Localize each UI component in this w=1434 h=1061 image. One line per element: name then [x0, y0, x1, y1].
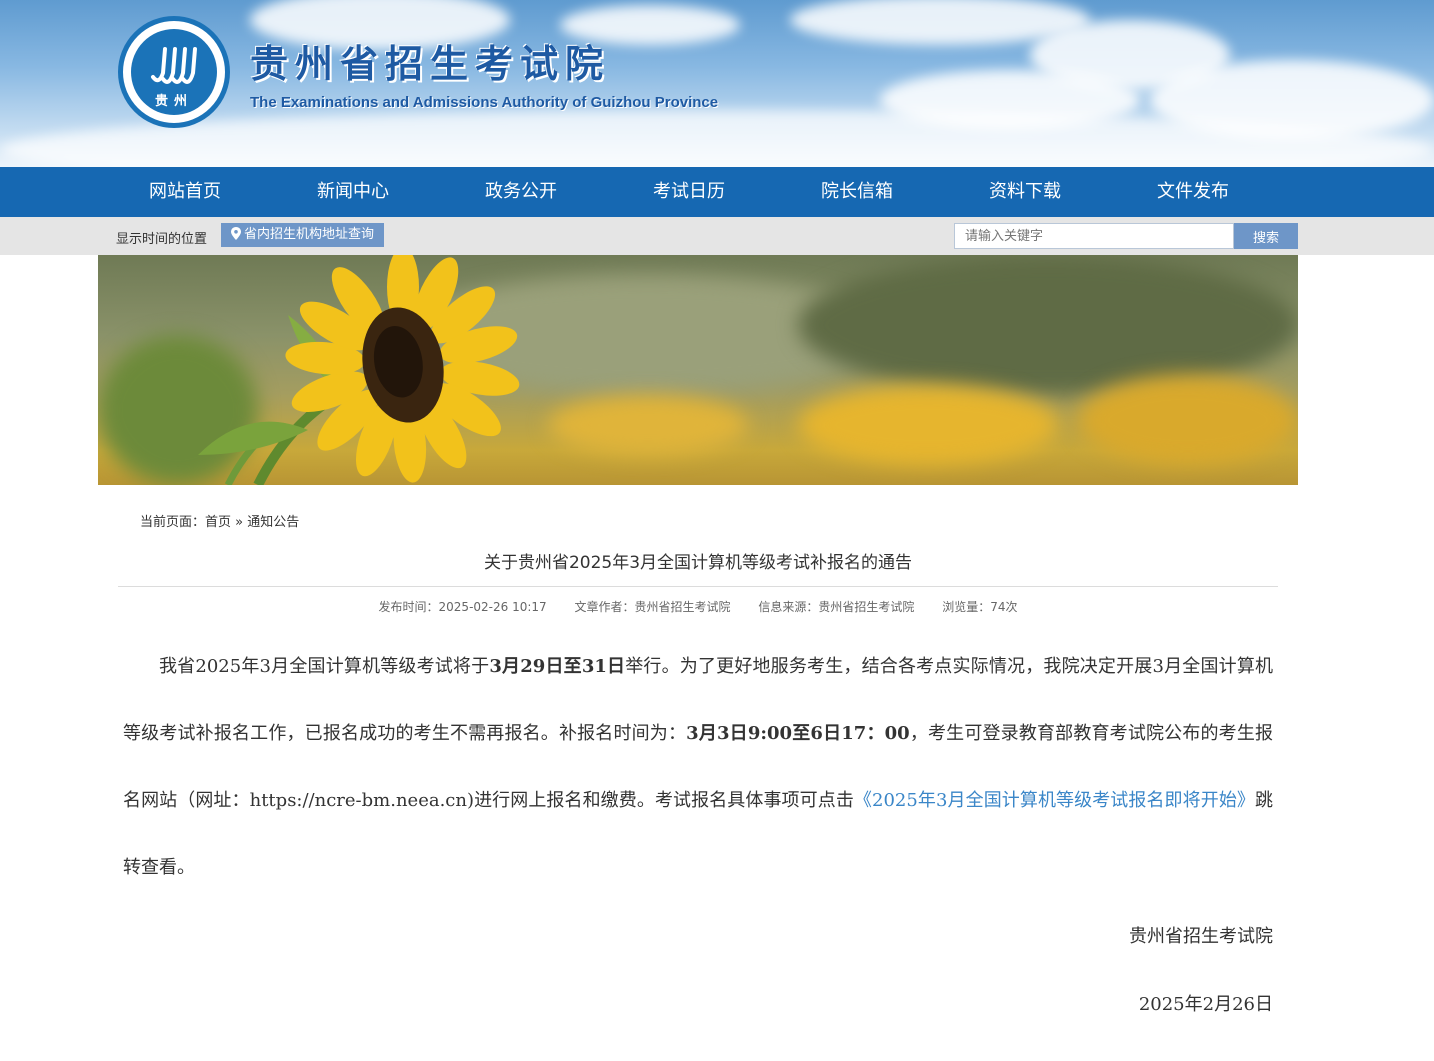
article-meta: 发布时间：2025-02-26 10:17 文章作者：贵州省招生考试院 信息来源…	[118, 598, 1278, 615]
sunflower-illustration	[198, 255, 520, 485]
sub-toolbar: 显示时间的位置 省内招生机构地址查询 搜索	[0, 217, 1434, 255]
exam-dates: 3月29日至31日	[489, 656, 626, 677]
registration-period: 3月3日9:00至6日17：00	[686, 723, 910, 744]
info-source: 信息来源：贵州省招生考试院	[758, 600, 915, 614]
site-logo[interactable]: 贵州 贵州省招生考试院 The Examinations and Admissi…	[118, 16, 718, 128]
breadcrumb-home-link[interactable]: 首页	[205, 515, 231, 530]
breadcrumb-prefix: 当前页面：	[140, 515, 206, 530]
map-pin-icon	[231, 227, 241, 240]
view-count: 浏览量：74次	[942, 600, 1018, 614]
nav-item-director-mailbox[interactable]: 院长信箱	[773, 167, 941, 217]
address-query-label: 省内招生机构地址查询	[244, 227, 375, 242]
title-divider	[118, 586, 1278, 587]
site-title: 贵州省招生考试院	[250, 41, 611, 86]
article-title: 关于贵州省2025年3月全国计算机等级考试补报名的通告	[483, 553, 913, 573]
site-subtitle: The Examinations and Admissions Authorit…	[250, 94, 719, 111]
nav-item-home[interactable]: 网站首页	[101, 167, 269, 217]
nav-item-gov-affairs[interactable]: 政务公开	[437, 167, 605, 217]
time-location-label: 显示时间的位置	[116, 232, 208, 247]
article-body: 我省2025年3月全国计算机等级考试将于3月29日至31日举行。为了更好地服务考…	[123, 633, 1273, 901]
emblem-logo: 贵州	[118, 16, 230, 128]
nav-item-exam-calendar[interactable]: 考试日历	[605, 167, 773, 217]
main-nav: 网站首页 新闻中心 政务公开 考试日历 院长信箱 资料下载 文件发布	[0, 167, 1434, 217]
body-text: 我省2025年3月全国计算机等级考试将于	[159, 656, 490, 677]
site-header: 贵州 贵州省招生考试院 The Examinations and Admissi…	[0, 0, 1434, 167]
article-author: 文章作者：贵州省招生考试院	[574, 600, 731, 614]
breadcrumb-separator: »	[231, 515, 248, 530]
publish-time: 发布时间：2025-02-26 10:17	[378, 600, 547, 614]
search-button[interactable]: 搜索	[1234, 223, 1298, 249]
breadcrumb: 当前页面：首页 » 通知公告	[140, 511, 299, 530]
nav-item-news[interactable]: 新闻中心	[269, 167, 437, 217]
search-input[interactable]	[954, 223, 1234, 249]
sunflower-banner-image	[98, 255, 1298, 485]
address-query-button[interactable]: 省内招生机构地址查询	[221, 223, 385, 247]
signature-date: 2025年2月26日	[1138, 994, 1273, 1015]
nav-item-documents[interactable]: 文件发布	[1109, 167, 1277, 217]
signature: 贵州省招生考试院	[1129, 926, 1273, 947]
article-paragraph: 我省2025年3月全国计算机等级考试将于3月29日至31日举行。为了更好地服务考…	[123, 633, 1273, 901]
emblem-text: 贵州	[154, 93, 193, 109]
registration-notice-link[interactable]: 《2025年3月全国计算机等级考试报名即将开始》	[854, 790, 1255, 811]
breadcrumb-current-link[interactable]: 通知公告	[247, 515, 299, 530]
nav-item-downloads[interactable]: 资料下载	[941, 167, 1109, 217]
wave-emblem-icon	[151, 47, 197, 84]
